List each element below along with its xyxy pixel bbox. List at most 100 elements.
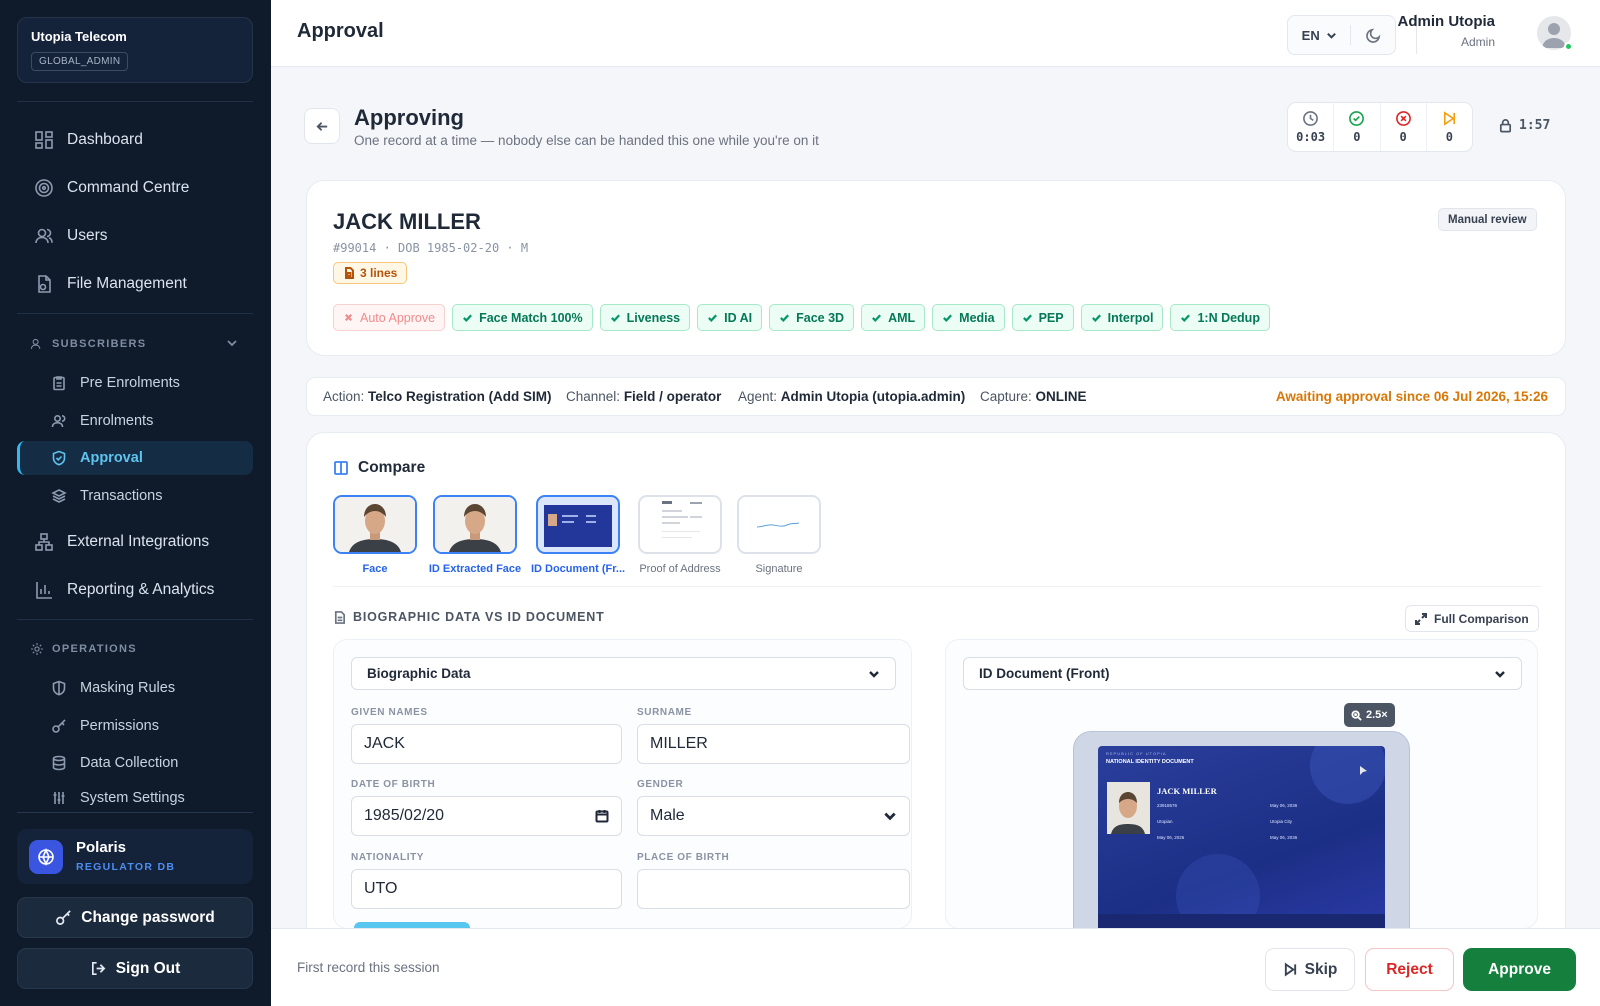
thumb-proof-of-address[interactable] [638,495,722,554]
full-comparison-button[interactable]: Full Comparison [1405,605,1539,632]
info-value: Admin Utopia (utopia.admin) [780,389,966,404]
section-subscribers[interactable]: SUBSCRIBERS [30,337,146,351]
nav-label: Reporting & Analytics [67,581,215,598]
biographic-source-select[interactable]: Biographic Data [351,657,896,690]
nav-command-centre[interactable]: Command Centre [17,170,253,206]
check-icon [708,314,718,323]
top-header: Approval EN Admin Utopia Admin [271,0,1600,67]
place-of-birth-field[interactable] [637,869,910,909]
field-value: 1985/02/20 [364,807,445,824]
section-label: OPERATIONS [52,643,137,655]
gender-select[interactable]: Male [637,796,910,836]
nav-pre-enrolments[interactable]: Pre Enrolments [17,366,253,400]
section-operations[interactable]: OPERATIONS [30,642,137,656]
sign-out-icon [91,961,106,976]
id-doc-title: NATIONAL IDENTITY DOCUMENT [1106,759,1194,765]
thumb-face[interactable] [333,495,417,554]
users-icon [51,414,66,428]
check-icon [872,314,882,323]
info-capture: Capture: ONLINE [980,389,1087,404]
check-circle-icon [1349,111,1365,126]
nav-label: Command Centre [67,179,190,196]
id-expiry-row: May 06, 2036 [1270,803,1298,808]
check-chip: PEP [1011,304,1074,331]
nav-external-integrations[interactable]: External Integrations [17,524,253,560]
nav-file-management[interactable]: File Management [17,266,253,302]
nav-label: System Settings [80,790,185,806]
document-source-select[interactable]: ID Document (Front) [963,657,1522,690]
moon-icon [1365,28,1381,43]
id-expiry: May 06, 2036 [1270,835,1298,840]
stat-value: 0 [1445,130,1453,144]
chevron-down-icon [1326,32,1336,39]
nav-reporting-analytics[interactable]: Reporting & Analytics [17,572,253,608]
button-label: Reject [1386,960,1433,978]
chevron-down-icon [1495,670,1505,678]
header-tools: EN [1287,15,1396,55]
change-password-button[interactable]: Change password [17,897,253,938]
button-label: Skip [1304,960,1338,978]
reject-button[interactable]: Reject [1365,948,1454,991]
zoom-value: 2.5× [1366,709,1388,721]
check-chip: AML [861,304,926,331]
nationality-field[interactable]: UTO [351,869,622,909]
dob-field[interactable]: 1985/02/20 [351,796,622,836]
theme-toggle[interactable] [1351,27,1395,44]
nav-transactions[interactable]: Transactions [17,479,253,513]
product-name: Polaris [76,839,127,856]
check-icon [1022,314,1032,323]
user-name: Admin Utopia [1397,13,1496,30]
nav-approval[interactable]: Approval [17,441,253,475]
approve-button[interactable]: Approve [1463,948,1576,991]
nav-users[interactable]: Users [17,218,253,254]
key-icon [56,910,71,925]
zoom-indicator[interactable]: 2.5× [1344,703,1395,727]
bio-section-title: BIOGRAPHIC DATA VS ID DOCUMENT [333,610,605,624]
back-button[interactable] [304,108,340,144]
language-select[interactable]: EN [1288,25,1352,45]
document-icon [334,610,345,624]
user-role: Admin [1460,35,1495,49]
zoom-in-icon [1351,709,1362,721]
nav-dashboard[interactable]: Dashboard [17,122,253,158]
sign-out-button[interactable]: Sign Out [17,948,253,989]
check-label: Interpol [1107,310,1154,325]
users-icon [30,338,41,349]
chevron-down-icon[interactable] [226,337,238,349]
divider [333,586,1541,587]
given-names-field[interactable]: JACK [351,724,622,764]
face-photo [435,497,515,552]
org-switcher[interactable]: Utopia Telecom GLOBAL_ADMIN [17,17,253,83]
lock-timer: 1:57 [1498,118,1550,133]
nav-label: Masking Rules [80,680,176,696]
compare-card: Compare Face ID Extracted Face ID Docume… [306,432,1566,952]
thumb-signature[interactable] [737,495,821,554]
nav-label: Transactions [80,488,163,504]
document-preview [662,501,702,538]
nav-data-collection[interactable]: Data Collection [17,746,253,780]
thumb-id-extracted-face[interactable] [433,495,517,554]
nav-permissions[interactable]: Permissions [17,709,253,743]
session-stats: 0:03 0 0 0 [1287,102,1473,152]
surname-field[interactable]: MILLER [637,724,910,764]
nav-label: Permissions [80,718,159,734]
id-document-viewer[interactable]: REPUBLIC OF UTOPIA NATIONAL IDENTITY DOC… [1073,731,1410,928]
stat-approved: 0 [1334,103,1381,151]
stat-value: 0:03 [1296,130,1326,144]
info-label: Action: [323,389,365,404]
id-nationality: Utopian [1157,819,1173,824]
lock-icon [1499,119,1512,133]
nav-system-settings[interactable]: System Settings [17,784,253,812]
nav-masking-rules[interactable]: Masking Rules [17,671,253,705]
check-chip: Interpol [1080,304,1164,331]
nav-enrolments[interactable]: Enrolments [17,404,253,438]
dob-label: DATE OF BIRTH [351,779,436,790]
check-chip: Media [932,304,1005,331]
id-card-image: REPUBLIC OF UTOPIA NATIONAL IDENTITY DOC… [1098,746,1385,928]
page-title: Approving [354,105,464,130]
skip-button[interactable]: Skip [1265,948,1355,991]
thumb-id-document[interactable] [536,495,620,554]
check-label: Media [959,310,995,325]
thumb-label: ID Extracted Face [428,563,522,575]
calendar-icon[interactable] [595,809,609,823]
